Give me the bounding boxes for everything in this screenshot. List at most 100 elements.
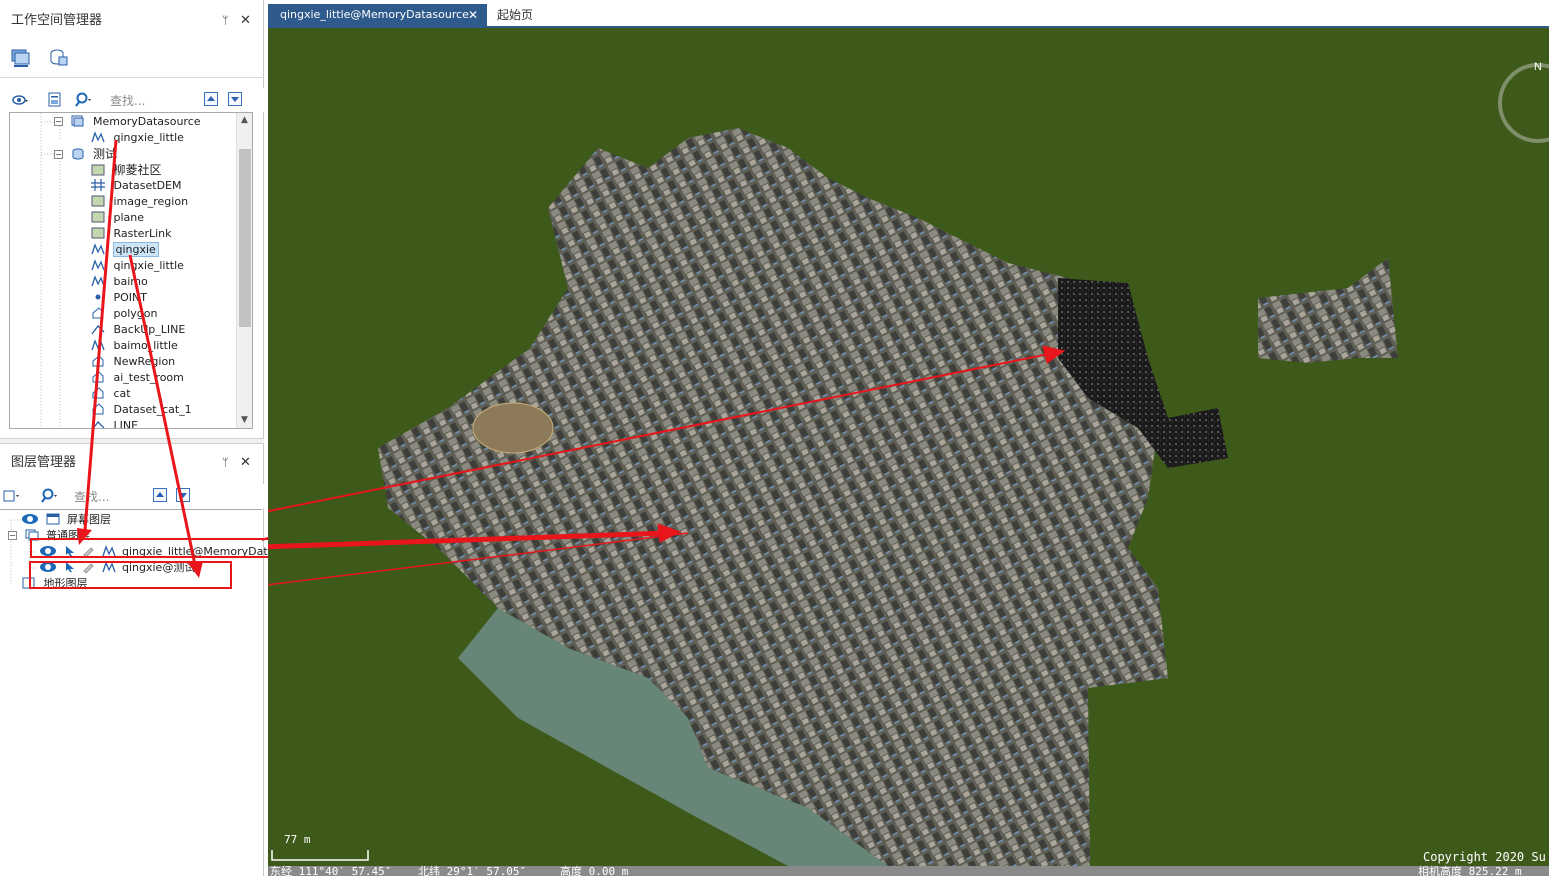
annotation-box-test-layer bbox=[29, 561, 232, 589]
tree-node-label: qingxie_little bbox=[113, 131, 184, 144]
line-dataset-icon bbox=[91, 275, 105, 287]
database-icon bbox=[72, 148, 83, 160]
tree-node-test-datasource[interactable]: − 测试 bbox=[54, 146, 117, 162]
scroll-thumb[interactable] bbox=[239, 149, 251, 327]
tree-node-memory-datasource[interactable]: − MemoryDatasource bbox=[54, 114, 201, 130]
scroll-up-icon[interactable]: ▲ bbox=[241, 115, 248, 125]
workspace-toolbar: 查找... bbox=[0, 88, 264, 112]
previous-result-button[interactable] bbox=[204, 92, 218, 106]
compass-north-label: N bbox=[1534, 61, 1542, 73]
previous-result-button[interactable] bbox=[153, 488, 167, 502]
height-readout: 高度 0.00 m bbox=[560, 865, 629, 876]
city-mesh bbox=[378, 128, 1168, 866]
latitude-readout: 北纬 29°1′ 57.05″ bbox=[418, 865, 527, 876]
tree-node-dataset[interactable]: ai_test_room bbox=[91, 370, 184, 386]
tab-label: 起始页 bbox=[497, 8, 534, 22]
region-dataset-icon bbox=[92, 387, 104, 399]
pin-icon[interactable]: ᛘ bbox=[222, 450, 229, 476]
tree-node-label: RasterLink bbox=[113, 227, 172, 240]
scene-status-bar: 东经 111°40′ 57.45″ 北纬 29°1′ 57.05″ 高度 0.0… bbox=[268, 866, 1549, 876]
tree-node-dataset[interactable]: qingxie_little bbox=[91, 130, 184, 146]
tab-start-page[interactable]: 起始页 bbox=[497, 4, 533, 26]
tree-node-dataset[interactable]: RasterLink bbox=[91, 226, 172, 242]
search-icon[interactable] bbox=[40, 487, 58, 505]
workspace-panel-header: 工作空间管理器 ᛘ ✕ bbox=[0, 8, 264, 34]
tree-node-label: cat bbox=[113, 387, 131, 400]
next-result-button[interactable] bbox=[176, 488, 190, 502]
next-result-button[interactable] bbox=[228, 92, 242, 106]
tree-node-dataset[interactable]: cat bbox=[91, 386, 131, 402]
tree-node-label: 测试 bbox=[93, 147, 118, 161]
line-dataset-icon bbox=[91, 325, 105, 335]
layer-label: 屏幕图层 bbox=[67, 513, 111, 526]
close-icon[interactable]: ✕ bbox=[240, 8, 251, 34]
tree-node-dataset[interactable]: baimo bbox=[91, 274, 148, 290]
layer-group-screen[interactable]: 屏幕图层 bbox=[22, 512, 111, 528]
collapse-icon[interactable]: − bbox=[54, 150, 63, 159]
tree-node-label: 柳菱社区 bbox=[113, 163, 162, 177]
line-dataset-icon bbox=[92, 421, 105, 428]
tree-node-label: baimo bbox=[113, 275, 148, 288]
layer-options-icon[interactable] bbox=[3, 487, 21, 505]
database-icon[interactable] bbox=[48, 48, 70, 68]
tree-node-dataset-selected[interactable]: qingxie bbox=[91, 242, 159, 258]
tree-node-dataset[interactable]: NewRegion bbox=[91, 354, 175, 370]
tree-scrollbar[interactable]: ▲ ▼ bbox=[236, 113, 252, 428]
tree-node-label: ai_test_room bbox=[113, 371, 184, 384]
collapse-icon[interactable]: − bbox=[54, 117, 63, 126]
tree-node-dataset[interactable]: BackUp_LINE bbox=[91, 322, 185, 338]
tree-node-dataset[interactable]: polygon bbox=[91, 306, 157, 322]
tree-node-dataset[interactable]: POINT bbox=[91, 290, 147, 306]
tree-node-dataset[interactable]: LINE bbox=[91, 418, 139, 429]
tree-node-label: image_region bbox=[113, 195, 189, 208]
close-icon[interactable]: ✕ bbox=[240, 450, 251, 476]
scroll-down-icon[interactable]: ▼ bbox=[241, 415, 248, 425]
layer-search-input[interactable]: 查找... bbox=[74, 488, 109, 505]
point-dataset-icon bbox=[95, 294, 101, 300]
workspace-search-input[interactable]: 查找... bbox=[110, 92, 145, 109]
panel-splitter[interactable] bbox=[0, 438, 264, 444]
region-dataset-icon bbox=[92, 403, 104, 415]
tree-node-label: LINE bbox=[113, 419, 139, 429]
tab-label: qingxie_little@MemoryDatasource bbox=[280, 8, 469, 21]
screen-layer-icon bbox=[46, 513, 59, 525]
image-dataset-icon bbox=[91, 195, 105, 207]
layer-toolbar: 查找... bbox=[0, 484, 264, 508]
tree-node-label: polygon bbox=[113, 307, 158, 320]
workspace-tree-icon[interactable] bbox=[10, 48, 32, 68]
tree-node-label: DatasetDEM bbox=[113, 179, 182, 192]
collapse-icon[interactable]: − bbox=[8, 531, 17, 540]
tree-node-dataset[interactable]: 柳菱社区 bbox=[91, 162, 162, 178]
tree-node-label: Dataset_cat_1 bbox=[113, 403, 192, 416]
pin-icon[interactable]: ᛘ bbox=[222, 8, 229, 34]
tree-node-dataset[interactable]: DatasetDEM bbox=[91, 178, 182, 194]
grid-dataset-icon bbox=[91, 179, 105, 191]
application-window: 工作空间管理器 ᛘ ✕ 查找... − MemoryDatasource qin… bbox=[0, 0, 1549, 876]
tree-node-dataset[interactable]: qingxie_little bbox=[91, 258, 184, 274]
image-dataset-icon bbox=[91, 227, 105, 239]
open-file-icon[interactable] bbox=[46, 91, 64, 109]
search-icon[interactable] bbox=[74, 91, 92, 109]
compass-ring[interactable] bbox=[1498, 63, 1549, 143]
tree-node-label: qingxie_little bbox=[113, 259, 184, 272]
tree-node-dataset[interactable]: image_region bbox=[91, 194, 188, 210]
document-tabs: qingxie_little@MemoryDatasource ✕ 起始页 bbox=[268, 4, 1549, 26]
region-dataset-icon bbox=[92, 307, 104, 319]
scale-bar bbox=[271, 850, 369, 861]
scene-view[interactable]: N 77 m Copyright 2020 Su 东经 111°40′ 57.4… bbox=[268, 26, 1549, 876]
close-icon[interactable]: ✕ bbox=[468, 4, 478, 26]
tree-node-dataset[interactable]: plane bbox=[91, 210, 144, 226]
tree-node-label: baimo_little bbox=[113, 339, 178, 352]
detached-city-block bbox=[1258, 258, 1398, 363]
longitude-readout: 东经 111°40′ 57.45″ bbox=[270, 865, 392, 876]
tab-scene-active[interactable]: qingxie_little@MemoryDatasource ✕ bbox=[268, 4, 487, 26]
tree-node-dataset[interactable]: Dataset_cat_1 bbox=[91, 402, 192, 418]
annotation-box-memory-layer bbox=[30, 538, 273, 558]
line-dataset-icon bbox=[91, 339, 105, 351]
tree-node-dataset[interactable]: baimo_little bbox=[91, 338, 178, 354]
visibility-eye-icon[interactable] bbox=[22, 514, 38, 524]
workspace-tree: − MemoryDatasource qingxie_little − 测试 柳… bbox=[9, 112, 253, 429]
oblique-photography-scene: N 77 m Copyright 2020 Su bbox=[268, 61, 1549, 866]
layer-panel-title: 图层管理器 bbox=[11, 455, 77, 470]
view-options-icon[interactable] bbox=[11, 91, 29, 109]
